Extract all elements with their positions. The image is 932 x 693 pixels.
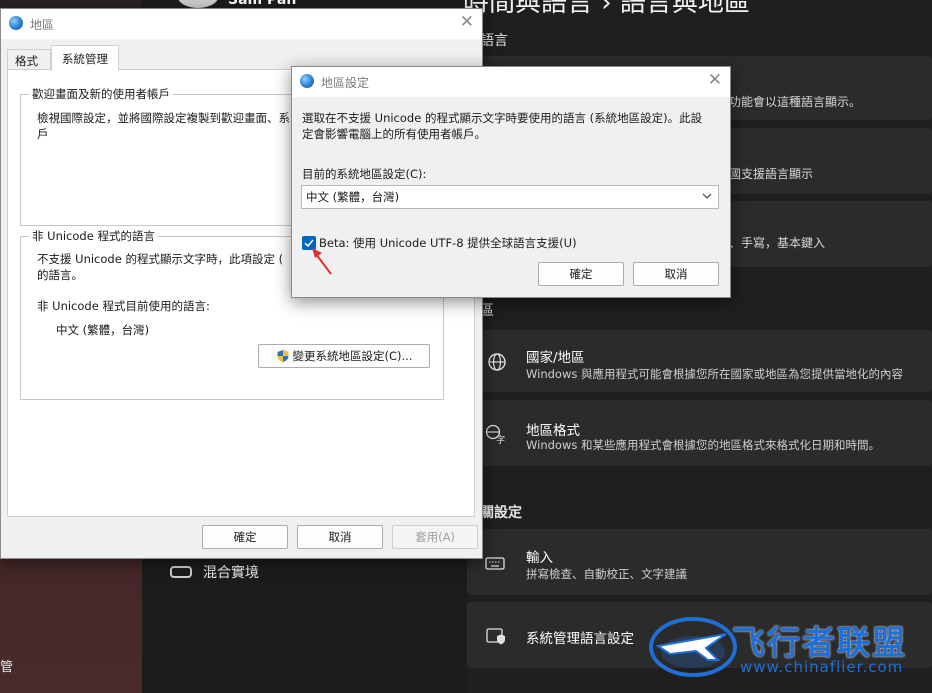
nonunicode-group-title: 非 Unicode 程式的語言 [29,228,158,244]
tab-label: 格式 [15,54,38,68]
card-description: 拼寫檢查、自動校正、文字建議 [526,567,687,581]
globe-icon [9,16,23,30]
change-system-locale-label: 變更系統地區設定(C)... [292,349,413,363]
chevron-down-icon [702,193,712,199]
section-language: 語言 [480,33,508,49]
current-language-value: 中文 (繁體，台灣) [56,323,150,337]
region-apply-button[interactable]: 套用(A) [392,525,478,549]
region-dialog-titlebar[interactable]: 地區 ✕ [1,9,482,39]
close-icon[interactable]: ✕ [708,70,722,90]
change-system-locale-button[interactable]: 變更系統地區設定(C)... [258,344,430,368]
beta-utf8-label[interactable]: Beta: 使用 Unicode UTF-8 提供全球語言支援(U) [319,235,577,251]
locale-ok-button[interactable]: 確定 [538,262,624,286]
svg-text:字: 字 [496,434,505,444]
watermark: 飞行者联盟 www.chinaflier.com [640,612,932,693]
admin-shield-icon [486,628,505,645]
headset-icon [170,566,192,578]
ok-label: 確定 [233,530,257,544]
watermark-name: 飞行者联盟 [732,623,907,662]
card-title: 地區格式 [526,423,580,439]
section-related-settings: 關設定 [480,505,522,521]
locale-dialog: 地區設定 ✕ 選取在不支援 Unicode 的程式顯示文字時要使用的語言 (系統… [291,66,731,298]
locale-select[interactable]: 中文 (繁體，台灣) [301,185,719,209]
cancel-label: 取消 [664,267,688,281]
globe-icon [488,353,506,371]
page-title: 時間與語言 › 語言與地區 [463,0,750,18]
red-arrow-annotation [312,248,332,275]
card-regional-format[interactable]: 字 地區格式 Windows 和某些應用程式會根據您的地區格式來格式化日期和時間… [467,400,932,466]
nav-item-label: 混合實境 [203,565,259,581]
card-text: 功能會以這種語言顯示。 [729,95,862,109]
card-country-region[interactable]: 國家/地區 Windows 與應用程式可能會根據您所在國家或地區為您提供當地化的… [467,330,932,392]
welcome-description-2: 戶 [37,127,49,141]
format-globe-icon: 字 [485,424,505,444]
ok-label: 確定 [569,267,593,281]
cancel-label: 取消 [328,530,352,544]
locale-dialog-title: 地區設定 [321,76,370,90]
current-language-label: 非 Unicode 程式目前使用的語言: [37,299,210,313]
apply-label: 套用(A) [415,530,455,544]
card-title: 國家/地區 [526,350,585,366]
plane-logo-icon [649,617,737,677]
welcome-group-title: 歡迎畫面及新的使用者帳戶 [29,86,173,102]
close-icon[interactable]: ✕ [460,12,474,32]
card-text: 、手寫，基本鍵入 [729,236,826,250]
locale-description-2: 定會影響電腦上的所有使用者帳戶。 [302,127,486,141]
card-title: 系統管理語言設定 [526,631,634,647]
current-locale-label: 目前的系統地區設定(C): [302,167,427,181]
region-ok-button[interactable]: 確定 [202,525,288,549]
left-edge-char: 管 [0,660,14,675]
locale-cancel-button[interactable]: 取消 [633,262,719,286]
tab-administrative[interactable]: 系統管理 [51,45,119,71]
tab-formats[interactable]: 格式 [7,49,51,70]
nonunicode-description-1: 不支援 Unicode 的程式顯示文字時，此項設定 ( [37,252,284,266]
uac-shield-icon [277,350,289,362]
watermark-url: www.chinaflier.com [740,658,904,676]
nonunicode-description-2: 的語言。 [37,268,83,282]
card-title: 輸入 [526,550,553,566]
card-description: Windows 與應用程式可能會根據您所在國家或地區為您提供當地化的內容 [526,367,903,381]
locale-select-value: 中文 (繁體，台灣) [306,190,400,204]
welcome-description-1: 檢視國際設定，並將國際設定複製到歡迎畫面、系 [37,111,290,125]
region-cancel-button[interactable]: 取消 [297,525,383,549]
card-text: 國支援語言顯示 [729,167,814,181]
user-name: Sam Pan [228,0,297,8]
region-dialog-title: 地區 [30,18,55,32]
tab-label: 系統管理 [62,52,108,66]
card-description: Windows 和某些應用程式會根據您的地區格式來格式化日期和時間。 [526,438,880,452]
card-typing[interactable]: 輸入 拼寫檢查、自動校正、文字建議 [467,529,932,595]
nav-item-mixed-reality[interactable]: 混合實境 [160,556,460,586]
keyboard-icon [485,557,505,570]
globe-icon [300,74,314,88]
locale-dialog-titlebar[interactable]: 地區設定 ✕ [292,67,730,97]
locale-description-1: 選取在不支援 Unicode 的程式顯示文字時要使用的語言 (系統地區設定)。此… [302,111,703,125]
